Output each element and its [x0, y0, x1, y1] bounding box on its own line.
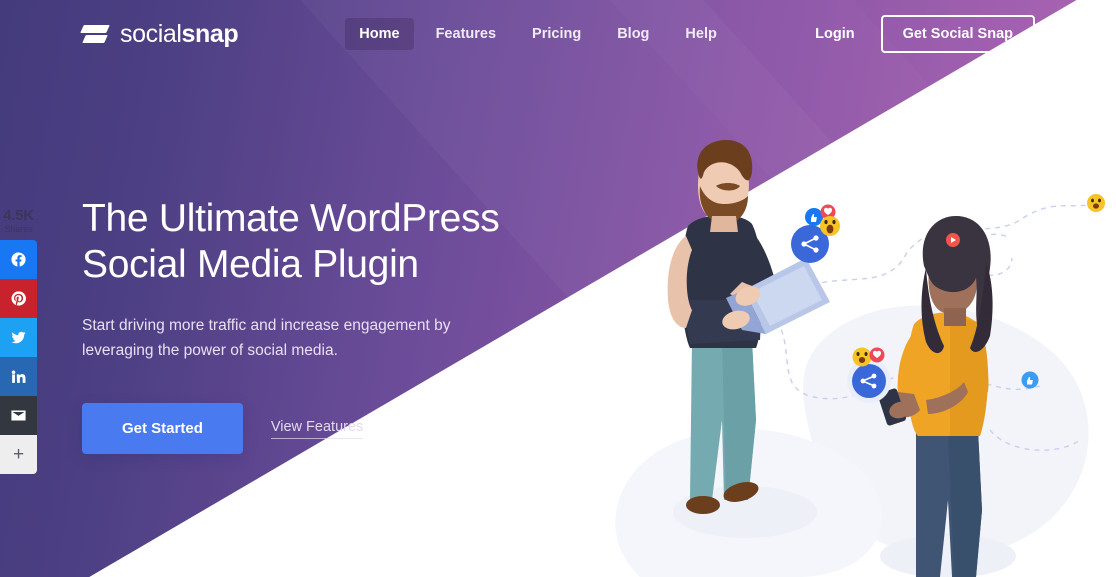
share-button-list: + — [0, 240, 37, 474]
headline-line-2: Social Media Plugin — [82, 242, 419, 286]
share-button-facebook[interactable] — [0, 240, 37, 279]
headline-line-1: The Ultimate WordPress — [82, 197, 500, 240]
nav-item-features[interactable]: Features — [422, 18, 510, 50]
login-link[interactable]: Login — [815, 26, 854, 42]
hero-subheading: Start driving more traffic and increase … — [82, 317, 451, 360]
get-started-button[interactable]: Get Started — [82, 403, 243, 455]
twitter-icon — [11, 331, 26, 344]
share-button-pinterest[interactable] — [0, 279, 37, 318]
nav-item-blog[interactable]: Blog — [603, 18, 663, 50]
brand-name-light: social — [120, 19, 182, 48]
share-count-label: Shares — [4, 224, 33, 234]
brand-name: socialsnap — [120, 19, 239, 49]
linkedin-icon — [11, 370, 26, 383]
site-header: socialsnap Home Features Pricing Blog He… — [0, 0, 1116, 68]
social-share-sidebar: 4.5K Shares + — [0, 208, 37, 474]
share-count-number: 4.5K — [3, 207, 34, 224]
plus-icon: + — [12, 443, 25, 465]
share-count: 4.5K Shares — [0, 208, 37, 240]
brand-name-bold: snap — [181, 19, 239, 48]
get-social-snap-button[interactable]: Get Social Snap — [880, 15, 1035, 53]
share-button-linkedin[interactable] — [0, 357, 37, 396]
facebook-icon — [11, 252, 26, 267]
nav-item-pricing[interactable]: Pricing — [518, 18, 595, 50]
hero-actions: Get Started View Features — [82, 403, 602, 455]
share-button-more[interactable]: + — [0, 435, 37, 474]
view-features-link[interactable]: View Features — [270, 419, 364, 439]
share-button-email[interactable] — [0, 396, 37, 435]
main-navigation: Home Features Pricing Blog Help — [345, 18, 731, 50]
nav-item-help[interactable]: Help — [671, 18, 730, 50]
socialsnap-landing-page: socialsnap Home Features Pricing Blog He… — [0, 0, 1116, 577]
header-actions: Login Get Social Snap — [815, 15, 1035, 53]
hero-content: The Ultimate WordPress Social Media Plug… — [82, 196, 602, 455]
share-button-twitter[interactable] — [0, 318, 37, 357]
nav-item-home[interactable]: Home — [345, 18, 414, 50]
page-title: The Ultimate WordPress Social Media Plug… — [82, 196, 602, 287]
brand-logo[interactable]: socialsnap — [80, 19, 239, 49]
pinterest-icon — [11, 291, 26, 306]
envelope-icon — [11, 410, 26, 421]
socialsnap-layers-icon — [80, 21, 110, 47]
